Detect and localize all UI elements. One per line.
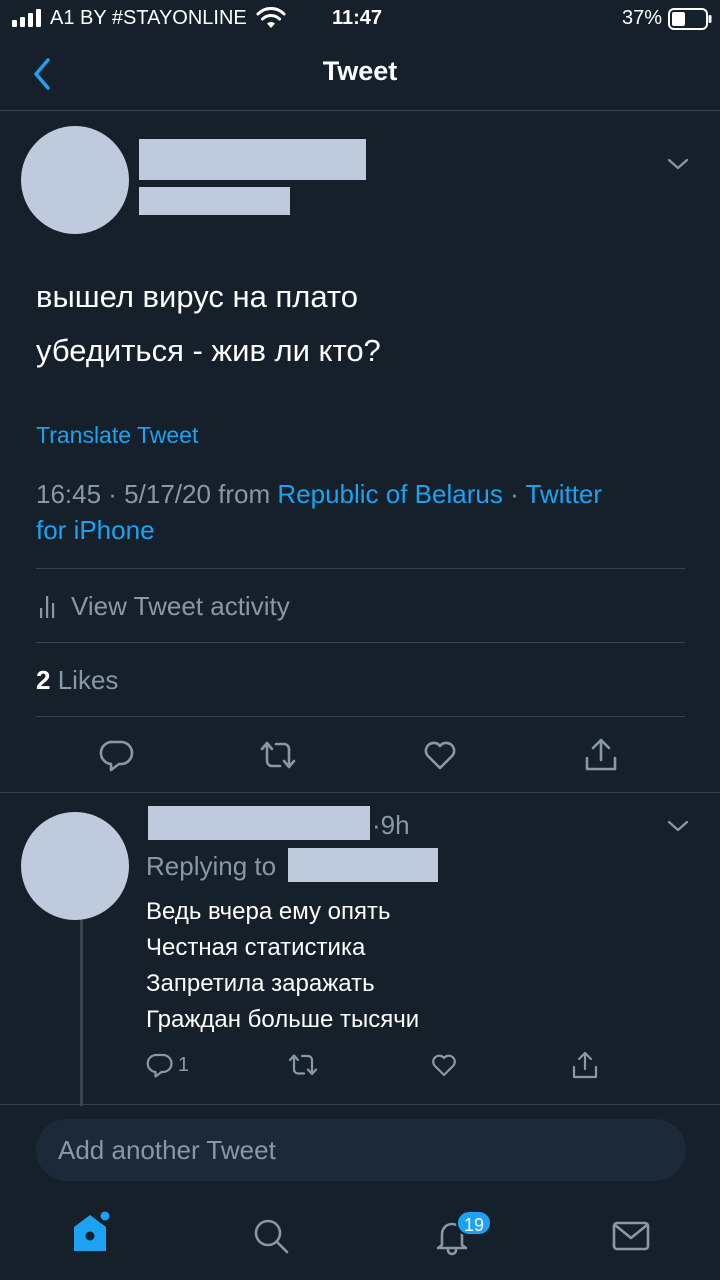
activity-divider: [36, 642, 685, 643]
tweet-text: вышел вирус на плато убедиться - жив ли …: [36, 270, 381, 378]
clock: 11:47: [332, 7, 383, 29]
reply-time: ·9h: [372, 810, 410, 840]
reply-text-line: Запретила заражать: [146, 970, 375, 997]
header-divider: [0, 110, 720, 111]
view-tweet-activity-label: View Tweet activity: [71, 591, 290, 621]
likes-divider: [36, 716, 685, 717]
view-tweet-activity-button[interactable]: View Tweet activity: [36, 588, 436, 624]
chevron-down-icon: [667, 820, 689, 832]
add-another-tweet-input[interactable]: Add another Tweet: [36, 1119, 686, 1181]
home-icon: [74, 1211, 110, 1251]
tweet-text-line: вышел вирус на плато: [36, 279, 358, 314]
author-handle-redacted: [139, 187, 290, 215]
reply-author-name-redacted[interactable]: [148, 806, 370, 840]
tweet-metadata: 16:45 · 5/17/20 from Republic of Belarus…: [36, 476, 676, 548]
meta-divider: [36, 568, 685, 569]
author-display-name-redacted[interactable]: [139, 139, 366, 180]
share-icon: [585, 738, 617, 771]
search-icon: [254, 1219, 289, 1254]
battery-percentage: 37%: [622, 7, 663, 29]
tab-messages[interactable]: [612, 1220, 650, 1252]
reply-text-line: Честная статистика: [146, 934, 366, 961]
reply-text-line: Ведь вчера ему опять: [146, 898, 391, 925]
status-bar: A1 BY #STAYONLINE 11:47 37%: [0, 0, 720, 40]
tweet-source-link[interactable]: Twitter: [525, 479, 602, 509]
reply-text: Ведь вчера ему опять Честная статистика …: [146, 894, 419, 1038]
retweet-icon: [260, 741, 296, 769]
reply-options-button[interactable]: [664, 812, 692, 840]
reply-icon: [99, 740, 134, 772]
page-title: Tweet: [322, 56, 398, 86]
reply-icon: [146, 1053, 173, 1078]
reply-reply-button[interactable]: 1: [146, 1050, 196, 1080]
translate-tweet-link[interactable]: Translate Tweet: [36, 422, 198, 449]
heart-icon: [424, 741, 456, 770]
reply-retweet-button[interactable]: [287, 1051, 319, 1079]
retweet-button[interactable]: [258, 737, 298, 773]
thread-line: [80, 916, 83, 1106]
likes-label: Likes: [57, 665, 119, 695]
battery-icon: [668, 8, 712, 30]
tweet-options-button[interactable]: [664, 150, 692, 178]
likes-count: 2: [36, 665, 51, 695]
tweet-timestamp: 16:45 · 5/17/20 from: [36, 479, 278, 509]
mail-icon: [612, 1221, 650, 1251]
carrier-label: A1 BY #STAYONLINE: [50, 7, 247, 29]
tab-home[interactable]: [70, 1209, 114, 1255]
tweet-text-line: убедиться - жив ли кто?: [36, 333, 381, 368]
reply-divider: [0, 1104, 720, 1105]
signal-icon: [12, 9, 44, 27]
share-button[interactable]: [583, 736, 619, 774]
meta-separator: ·: [502, 479, 526, 509]
tweet-location-link[interactable]: Republic of Belarus: [277, 479, 502, 509]
tab-search[interactable]: [252, 1217, 290, 1255]
reply-text-line: Граждан больше тысячи: [146, 1006, 420, 1033]
reply-count: 1: [178, 1054, 190, 1076]
tweet-divider: [0, 792, 720, 793]
retweet-icon: [288, 1054, 318, 1076]
reply-button[interactable]: [99, 737, 135, 773]
notifications-badge: 19: [456, 1210, 492, 1236]
like-button[interactable]: [422, 737, 458, 773]
share-icon: [572, 1051, 598, 1079]
replying-to-handle-redacted[interactable]: [288, 848, 438, 882]
author-avatar[interactable]: [21, 126, 129, 234]
replying-to-label: Replying to: [146, 851, 277, 881]
reply-share-button[interactable]: [571, 1050, 599, 1080]
heart-icon: [432, 1054, 456, 1077]
likes-count-button[interactable]: 2 Likes: [36, 662, 118, 698]
tweet-source-link-continued[interactable]: for iPhone: [36, 512, 676, 548]
chevron-down-icon: [667, 158, 689, 170]
reply-author-avatar[interactable]: [21, 812, 129, 920]
wifi-icon: [256, 7, 286, 29]
activity-icon: [40, 596, 55, 618]
reply-like-button[interactable]: [430, 1051, 458, 1079]
